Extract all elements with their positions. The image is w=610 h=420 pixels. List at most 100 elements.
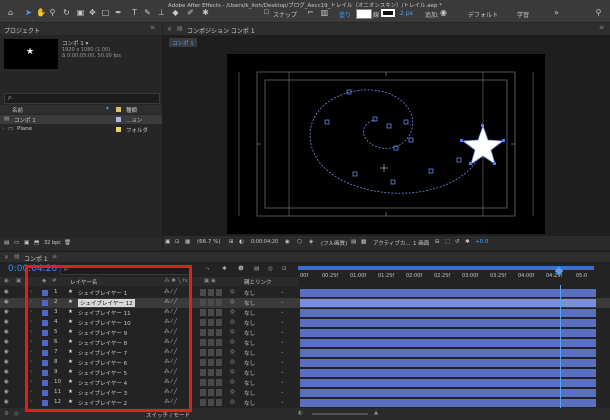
layer-name[interactable]: シェイプレイヤー 9 — [78, 329, 127, 337]
project-search-field[interactable]: ρ. — [4, 93, 160, 104]
interpret-footage-icon[interactable]: ▤ — [4, 240, 9, 246]
layer-row[interactable]: ◉ › 12 ★ シェイプレイヤー 2 ⁂ ⁄ ╱ ◎ なし ⌄ — [0, 398, 610, 408]
switch-box[interactable] — [216, 389, 222, 396]
layer-switches-icons[interactable]: ⁂ ⁄ ╱ — [164, 369, 177, 377]
switch-box[interactable] — [208, 309, 214, 316]
chevron-down-icon[interactable]: ⌄ — [280, 379, 285, 387]
label-swatch[interactable] — [42, 360, 48, 366]
draft-3d-icon[interactable]: ✱ — [222, 266, 227, 272]
3d-renderer-icon[interactable]: ⬚ — [445, 239, 450, 245]
pickwhip-icon[interactable]: ◎ — [230, 359, 235, 367]
snap-checkbox-icon[interactable]: ☐ — [262, 8, 271, 17]
pen-tool-icon[interactable]: ✒ — [114, 8, 123, 17]
layer-row[interactable]: ◉ › 1 ★ シェイプレイヤー 1 ⁂ ⁄ ╱ ◎ なし ⌄ — [0, 288, 610, 298]
resolution-dropdown[interactable]: (フル画質) — [321, 239, 347, 247]
comp-tab[interactable]: コンポジション コンポ 1 — [187, 26, 255, 35]
new-folder-icon[interactable]: ▭ — [14, 240, 19, 246]
parent-dropdown[interactable]: なし — [244, 319, 255, 327]
layer-switches-icons[interactable]: ⁂ ⁄ ╱ — [164, 329, 177, 337]
switch-box[interactable] — [200, 309, 206, 316]
layer-name[interactable]: シェイプレイヤー 5 — [78, 369, 127, 377]
sort-arrow-icon[interactable]: ▾ — [106, 106, 109, 112]
eye-icon[interactable]: ◉ — [4, 299, 9, 307]
current-time-display[interactable]: 0:00:04:20 — [251, 239, 278, 245]
expand-arrow-icon[interactable]: › — [30, 359, 32, 367]
label-swatch[interactable] — [42, 310, 48, 316]
switch-box[interactable] — [200, 349, 206, 356]
expand-arrow-icon[interactable]: › — [30, 299, 32, 307]
brush-tool-icon[interactable]: ✎ — [143, 8, 152, 17]
switch-box[interactable] — [216, 379, 222, 386]
timeline-tab[interactable]: コンポ 1 — [24, 254, 48, 263]
expand-arrow-icon[interactable]: › — [30, 289, 32, 297]
snapshot-icon[interactable]: ◉ — [285, 239, 290, 245]
parent-dropdown[interactable]: なし — [244, 389, 255, 397]
layer-row[interactable]: ◉ › 8 ★ シェイプレイヤー 6 ⁂ ⁄ ╱ ◎ なし ⌄ — [0, 358, 610, 368]
zoom-out-icon[interactable]: ◐ — [298, 410, 303, 416]
expand-arrow-icon[interactable]: › — [30, 389, 32, 397]
chevron-down-icon[interactable]: ⌄ — [280, 349, 285, 357]
roto-brush-tool-icon[interactable]: ✐ — [186, 8, 195, 17]
new-comp-icon[interactable]: ▣ — [24, 240, 29, 246]
expand-arrow-icon[interactable]: › — [30, 349, 32, 357]
reset-exposure-icon[interactable]: ↺ — [455, 239, 460, 245]
pickwhip-icon[interactable]: ◎ — [230, 289, 235, 297]
zoom-in-icon[interactable]: ▲ — [374, 410, 378, 416]
comp-mini-flowchart-icon[interactable]: ⤷ — [206, 266, 209, 273]
mask-toggle-icon[interactable]: ◐ — [239, 239, 244, 245]
search-help-icon[interactable]: ⚲ — [594, 8, 603, 17]
frame-blending-icon[interactable]: ▤ — [254, 266, 259, 272]
layer-duration-bar[interactable] — [300, 319, 596, 327]
switch-box[interactable] — [216, 339, 222, 346]
layer-duration-bar[interactable] — [300, 349, 596, 357]
layer-duration-bar[interactable] — [300, 379, 596, 387]
parent-dropdown[interactable]: なし — [244, 399, 255, 407]
zoom-slider[interactable] — [312, 413, 368, 415]
layer-name[interactable]: シェイプレイヤー 6 — [78, 359, 127, 367]
selection-tool-icon[interactable]: ➤ — [24, 8, 33, 17]
switch-box[interactable] — [200, 389, 206, 396]
work-area-bar[interactable] — [298, 266, 594, 270]
label-swatch[interactable] — [42, 390, 48, 396]
grid-icon[interactable]: ⊞ — [229, 239, 234, 245]
label-swatch[interactable] — [42, 400, 48, 406]
switch-box[interactable] — [216, 399, 222, 406]
layer-switches-icons[interactable]: ⁂ ⁄ ╱ — [164, 319, 177, 327]
switch-box[interactable] — [216, 349, 222, 356]
column-name[interactable]: 名前 — [12, 106, 23, 114]
view-layout-dropdown[interactable]: 1 画面 — [413, 239, 429, 247]
shape-tool-icon[interactable]: □ — [101, 8, 110, 17]
layer-duration-bar[interactable] — [300, 289, 596, 297]
chevron-down-icon[interactable]: ⌄ — [280, 359, 285, 367]
switch-box[interactable] — [208, 359, 214, 366]
expand-arrow-icon[interactable]: › — [30, 399, 32, 407]
hide-shy-icon[interactable]: ☻ — [238, 266, 244, 272]
panel-menu-icon[interactable]: ≡ — [52, 253, 57, 260]
comp-subtab[interactable]: コンポ 1 — [169, 38, 197, 47]
label-swatch[interactable] — [42, 320, 48, 326]
eye-icon[interactable]: ◉ — [4, 319, 9, 327]
parent-dropdown[interactable]: なし — [244, 359, 255, 367]
layer-row[interactable]: ◉ › 7 ★ シェイプレイヤー 7 ⁂ ⁄ ╱ ◎ なし ⌄ — [0, 348, 610, 358]
switch-box[interactable] — [200, 399, 206, 406]
chevron-down-icon[interactable]: ⌄ — [280, 319, 285, 327]
grid-toggle-icon[interactable]: ▦ — [185, 239, 190, 245]
layer-switches-icons[interactable]: ⁂ ⁄ ╱ — [164, 339, 177, 347]
switch-box[interactable] — [216, 329, 222, 336]
pickwhip-icon[interactable]: ◎ — [230, 399, 235, 407]
chevron-down-icon[interactable]: ⌄ — [280, 299, 285, 307]
eye-icon[interactable]: ◉ — [4, 369, 9, 377]
label-swatch[interactable] — [42, 380, 48, 386]
layer-name[interactable]: シェイプレイヤー 8 — [78, 339, 127, 347]
pickwhip-icon[interactable]: ◎ — [230, 389, 235, 397]
layer-name[interactable]: シェイプレイヤー 3 — [78, 389, 127, 397]
exposure-icon[interactable]: ✱ — [465, 239, 470, 245]
workspace-learn[interactable]: 学習 — [517, 10, 529, 19]
switch-box[interactable] — [200, 369, 206, 376]
lock-icon[interactable]: ▤ — [177, 25, 183, 32]
chevron-down-icon[interactable]: ⌄ — [280, 339, 285, 347]
switch-box[interactable] — [208, 319, 214, 326]
layer-duration-bar[interactable] — [300, 339, 596, 347]
project-row-comp[interactable]: ▤ コンポ 1 ...ョン — [0, 115, 162, 124]
label-swatch[interactable] — [42, 350, 48, 356]
